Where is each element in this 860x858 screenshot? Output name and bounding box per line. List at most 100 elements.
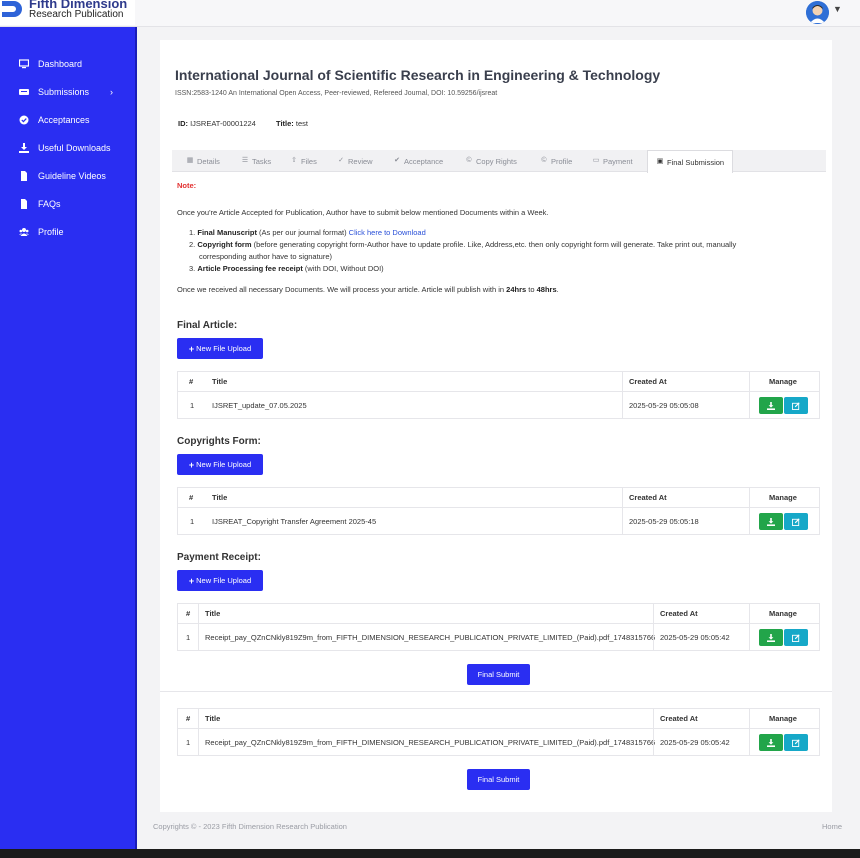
col-divider [198, 604, 199, 623]
edit-button[interactable] [784, 734, 808, 751]
section-divider [160, 691, 832, 692]
tab-review[interactable]: ✓ Review [337, 150, 373, 172]
download-button[interactable] [759, 734, 783, 751]
users-icon [19, 227, 29, 237]
table-row: 1 Receipt_pay_QZnCNkly819Z9m_from_FIFTH_… [178, 729, 819, 756]
top-bar: Fifth Dimension Research Publication ▼ [0, 0, 860, 27]
journal-subtitle: ISSN:2583-1240 An International Open Acc… [175, 90, 498, 97]
edit-button[interactable] [784, 513, 808, 530]
col-divider [749, 709, 750, 728]
list-number: 3. [189, 264, 196, 273]
tab-profile[interactable]: © Profile [540, 150, 572, 172]
tab-details[interactable]: ▦ Details [186, 150, 220, 172]
section-title-copyrights-form: Copyrights Form: [177, 436, 261, 447]
col-divider [198, 624, 199, 651]
page-title: International Journal of Scientific Rese… [175, 67, 661, 83]
sidebar-item-dashboard[interactable]: Dashboard [0, 53, 135, 75]
user-avatar[interactable] [806, 1, 829, 24]
check-circle-icon [19, 115, 29, 125]
note-item-3: 3. Article Processing fee receipt (with … [189, 264, 384, 273]
note-item-title: Final Manuscript [197, 228, 257, 237]
tab-label: Tasks [252, 156, 272, 166]
tab-label: Acceptance [404, 156, 444, 166]
chevron-down-icon[interactable]: ▼ [833, 4, 842, 14]
plus-icon: + [188, 575, 195, 586]
download-template-link[interactable]: Click here to Download [349, 228, 426, 237]
section-title-final-article: Final Article: [177, 320, 238, 331]
payment-receipt-table: # Title Created At Manage 1 Receipt_pay_… [177, 603, 820, 651]
col-divider [198, 709, 199, 728]
user-avatar-icon [806, 1, 829, 24]
list-icon: ☰ [241, 157, 249, 164]
note-label: Note: [177, 181, 197, 190]
file-icon [19, 199, 29, 209]
col-divider [653, 604, 654, 623]
brand-logo[interactable]: Fifth Dimension Research Publication [0, 0, 135, 25]
sidebar-item-profile[interactable]: Profile [0, 221, 135, 243]
upload-icon: ⇧ [291, 157, 297, 164]
button-label: New File Upload [196, 344, 252, 353]
download-icon [767, 633, 775, 642]
sidebar-item-acceptances[interactable]: Acceptances [0, 109, 135, 131]
note-item-text: (As per our journal format) [256, 228, 349, 237]
note-outro-text: to [526, 285, 537, 294]
edit-button[interactable] [784, 629, 808, 646]
file-title: IJSRET_update_07.05.2025 [212, 401, 307, 410]
final-submit-button-bottom[interactable]: Final Submit [467, 769, 530, 790]
footer-home-link[interactable]: Home [822, 822, 842, 831]
sidebar-item-label: Profile [38, 227, 64, 237]
check-icon: ✓ [338, 157, 344, 164]
download-icon [19, 143, 29, 153]
bottom-bar [0, 849, 860, 858]
edit-icon [792, 633, 800, 642]
edit-button[interactable] [784, 397, 808, 414]
copyright-icon: © [466, 157, 472, 164]
created-at: 2025-05-29 05:05:18 [629, 517, 699, 526]
logo-mark-icon [2, 1, 22, 17]
copyrights-upload-button[interactable]: + New File Upload [177, 454, 263, 475]
article-title: Title: test [276, 119, 308, 128]
list-icon [19, 87, 29, 97]
final-article-upload-button[interactable]: + New File Upload [177, 338, 263, 359]
tab-final-submission[interactable]: ▣ Final Submission [647, 150, 734, 173]
final-article-table: # Title Created At Manage 1 IJSRET_updat… [177, 371, 820, 419]
download-button[interactable] [759, 629, 783, 646]
table-header-row: # Title Created At Manage [178, 488, 819, 508]
final-submit-button[interactable]: Final Submit [467, 664, 530, 685]
col-manage: Manage [769, 377, 797, 386]
col-divider [749, 624, 750, 651]
sidebar-item-useful-downloads[interactable]: Useful Downloads [0, 137, 135, 159]
row-num: 1 [190, 517, 195, 526]
footer-copyright: Copyrights © - 2023 Fifth Dimension Rese… [153, 822, 347, 831]
sidebar-item-guideline-videos[interactable]: Guideline Videos [0, 165, 135, 187]
tab-files[interactable]: ⇧ Files [290, 150, 317, 172]
tab-copy-rights[interactable]: © Copy Rights [465, 150, 516, 172]
tab-tasks[interactable]: ☰ Tasks [241, 150, 271, 172]
col-manage: Manage [769, 493, 797, 502]
note-item-1: 1. Final Manuscript (As per our journal … [189, 228, 426, 237]
sidebar-item-faqs[interactable]: FAQs [0, 193, 135, 215]
col-divider [749, 508, 750, 535]
sidebar-item-label: FAQs [38, 199, 61, 209]
table-row: 1 IJSREAT_Copyright Transfer Agreement 2… [178, 508, 819, 535]
payment-receipt-upload-button[interactable]: + New File Upload [177, 570, 263, 591]
download-button[interactable] [759, 513, 783, 530]
note-item-text: (before generating copyright form-Author… [251, 240, 737, 249]
sidebar-item-submissions[interactable]: Submissions › [0, 81, 135, 103]
brand-tagline: Research Publication [29, 9, 124, 20]
tab-acceptance[interactable]: ✔ Acceptance [393, 150, 443, 172]
article-id-value: IJSREAT-00001224 [190, 119, 256, 128]
check-circle-icon: ✔ [394, 157, 400, 164]
download-button[interactable] [759, 397, 783, 414]
col-divider [749, 604, 750, 623]
chevron-right-icon: › [110, 87, 113, 97]
tab-label: Payment [603, 156, 633, 166]
row-num: 1 [186, 633, 191, 642]
note-item-title: Copyright form [197, 240, 252, 249]
article-title-label: Title: [276, 119, 294, 128]
tab-payment[interactable]: ▭ Payment [592, 150, 633, 172]
col-divider [653, 709, 654, 728]
download-icon [767, 738, 775, 747]
grid-icon: ▦ [186, 157, 194, 164]
note-item-2: 2. Copyright form (before generating cop… [189, 240, 736, 249]
